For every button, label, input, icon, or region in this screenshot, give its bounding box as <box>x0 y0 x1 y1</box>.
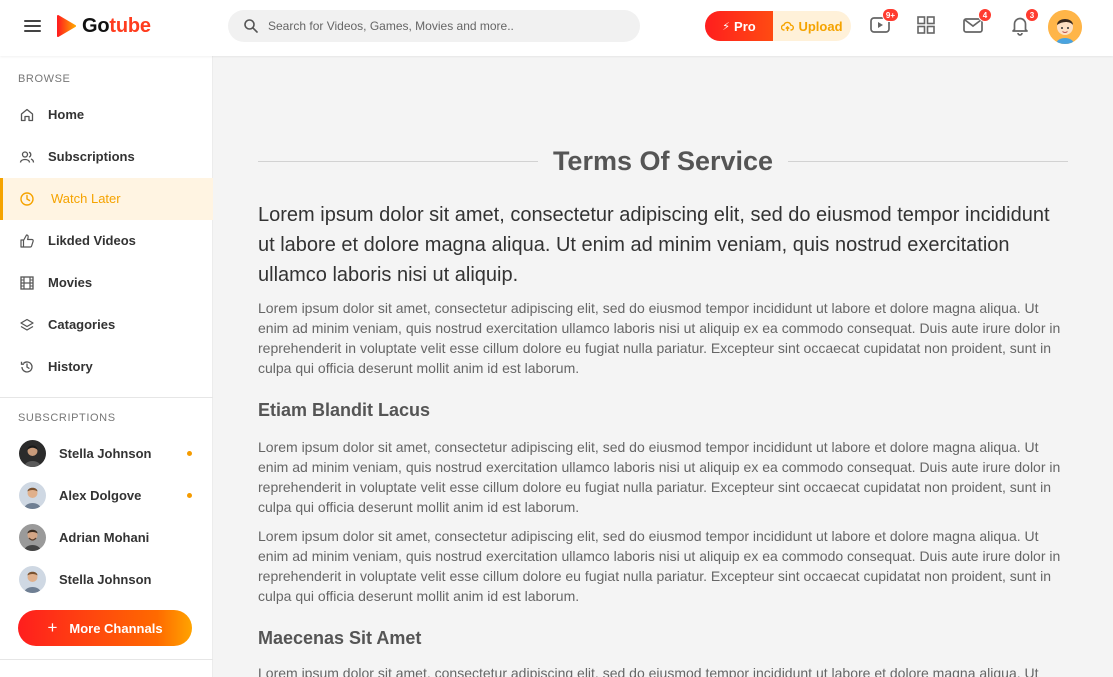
pro-upload-group: ⚡ Pro Upload <box>705 11 851 41</box>
play-logo-icon <box>57 15 76 37</box>
clock-icon <box>20 192 34 206</box>
channel-avatar <box>19 440 46 467</box>
lead-paragraph: Lorem ipsum dolor sit amet, consectetur … <box>258 204 1050 286</box>
users-icon <box>19 151 35 163</box>
sidebar-item-label: History <box>48 359 93 374</box>
avatar-face-icon <box>1048 10 1082 44</box>
grid-icon <box>917 16 935 34</box>
sidebar-item-label: Watch Later <box>51 191 121 206</box>
channel-avatar <box>19 566 46 593</box>
body-paragraph: Lorem ipsum dolor sit amet, consectetur … <box>258 300 1061 376</box>
sidebar: BROWSE Home Subscriptions Watch Later Li… <box>0 56 213 677</box>
channel-avatar <box>19 524 46 551</box>
page-title: Terms Of Service <box>258 146 1068 177</box>
sidebar-item-label: Movies <box>48 275 93 290</box>
channel-name: Stella Johnson <box>59 446 152 461</box>
mail-badge: 4 <box>978 8 992 22</box>
sidebar-item-movies[interactable]: Movies <box>0 262 213 304</box>
section-heading: Maecenas Sit Amet <box>258 628 422 648</box>
video-notifications-button[interactable]: 9+ <box>869 8 899 36</box>
plus-icon: + <box>47 618 58 637</box>
sidebar-item-subscriptions[interactable]: Subscriptions <box>0 136 213 178</box>
sidebar-item-liked-videos[interactable]: Likded Videos <box>0 220 213 262</box>
search-input[interactable] <box>268 10 628 42</box>
apps-grid-button[interactable] <box>915 14 937 36</box>
sidebar-item-categories[interactable]: Catagories <box>0 304 213 346</box>
subscription-item[interactable]: Stella Johnson <box>0 432 213 474</box>
sidebar-item-watch-later[interactable]: Watch Later <box>0 178 213 220</box>
body-paragraph: Lorem ipsum dolor sit amet, consectetur … <box>258 665 1039 677</box>
logo-text: Gotube <box>82 14 151 37</box>
upload-button[interactable]: Upload <box>773 11 851 41</box>
body-paragraph: Lorem ipsum dolor sit amet, consectetur … <box>258 439 1061 515</box>
channel-name: Stella Johnson <box>59 572 152 587</box>
home-icon <box>20 108 34 122</box>
pro-label: Pro <box>734 18 756 34</box>
channel-avatar <box>19 482 46 509</box>
thumbs-up-icon <box>20 234 34 248</box>
subscriptions-section-label: SUBSCRIPTIONS <box>18 412 116 424</box>
sidebar-item-label: Likded Videos <box>48 233 136 248</box>
history-icon <box>20 361 33 373</box>
hamburger-menu-icon[interactable] <box>22 16 44 38</box>
more-channels-button[interactable]: + More Channals <box>18 610 192 646</box>
sidebar-divider <box>0 397 213 398</box>
logo[interactable]: Gotube <box>56 13 151 39</box>
layers-icon <box>20 318 34 331</box>
online-indicator <box>187 493 192 498</box>
messages-button[interactable]: 4 <box>962 8 992 36</box>
body-paragraph: Lorem ipsum dolor sit amet, consectetur … <box>258 528 1061 604</box>
subscription-item[interactable]: Adrian Mohani <box>0 516 213 558</box>
search-icon[interactable] <box>243 18 259 34</box>
pro-button[interactable]: ⚡ Pro <box>705 11 773 41</box>
section-heading: Etiam Blandit Lacus <box>258 400 431 420</box>
sidebar-item-label: Catagories <box>48 317 116 332</box>
subscription-item[interactable]: Stella Johnson <box>0 558 213 600</box>
online-indicator <box>187 451 192 456</box>
sidebar-item-home[interactable]: Home <box>0 94 213 136</box>
sidebar-item-history[interactable]: History <box>0 346 213 388</box>
subscription-item[interactable]: Alex Dolgove <box>0 474 213 516</box>
cloud-upload-icon <box>781 21 795 31</box>
lightning-icon: ⚡ <box>722 20 731 33</box>
video-badge: 9+ <box>881 8 899 22</box>
channel-name: Adrian Mohani <box>59 530 150 545</box>
notification-badge: 3 <box>1025 8 1039 22</box>
browse-section-label: BROWSE <box>18 73 71 85</box>
title-row: Terms Of Service <box>258 146 1068 178</box>
search-bar <box>228 10 640 42</box>
user-avatar[interactable] <box>1048 10 1082 44</box>
more-channels-label: More Channals <box>69 620 163 636</box>
sidebar-item-label: Subscriptions <box>48 149 135 164</box>
sidebar-divider <box>0 659 213 660</box>
notifications-button[interactable]: 3 <box>1009 8 1039 36</box>
film-icon <box>20 276 34 290</box>
top-header: Gotube ⚡Pro Upload 9+ 4 3 <box>0 0 1113 56</box>
sidebar-item-label: Home <box>48 107 85 122</box>
channel-name: Alex Dolgove <box>59 488 142 503</box>
upload-label: Upload <box>798 18 843 34</box>
main-content: Terms Of Service Lorem ipsum dolor sit a… <box>214 56 1113 677</box>
